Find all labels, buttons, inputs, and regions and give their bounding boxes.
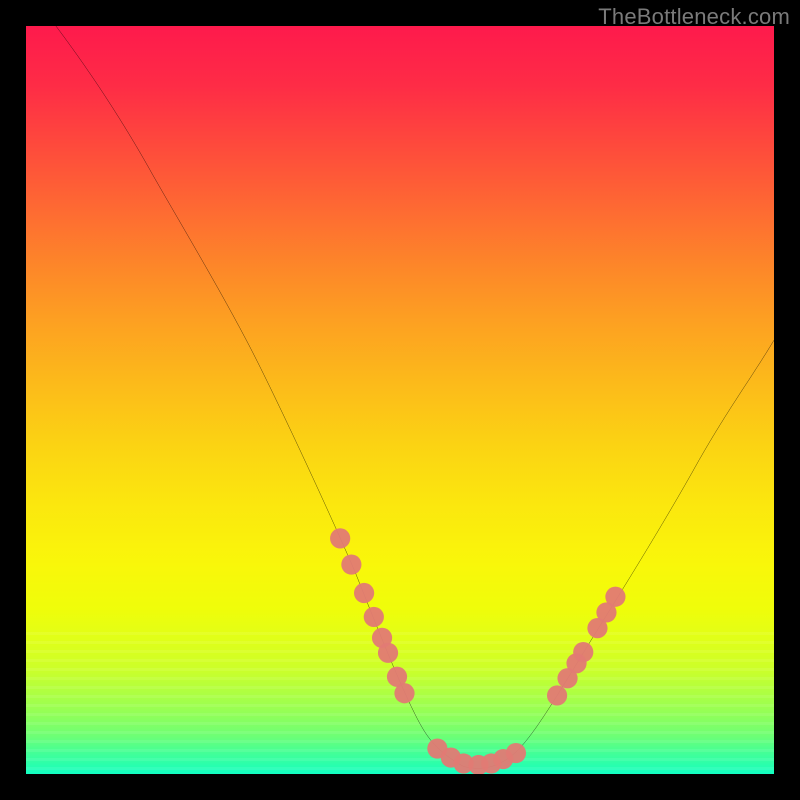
outer-black-frame — [0, 0, 800, 800]
